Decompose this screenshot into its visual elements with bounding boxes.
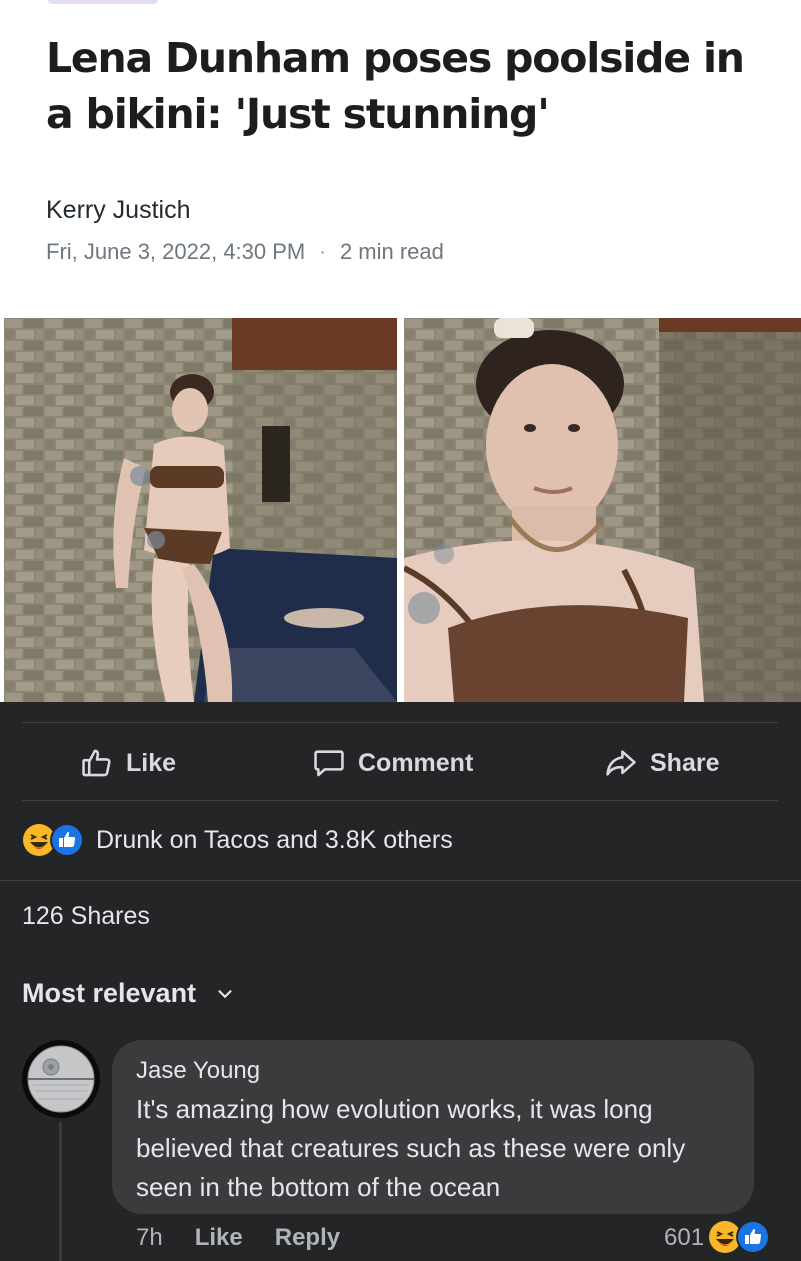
thumbs-up-outline-icon bbox=[82, 749, 111, 777]
comment-bubble-icon bbox=[314, 750, 344, 777]
comment-bubble[interactable]: Jase Young It's amazing how evolution wo… bbox=[112, 1040, 754, 1214]
article-author[interactable]: Kerry Justich bbox=[46, 196, 190, 225]
chevron-down-icon bbox=[218, 989, 232, 998]
article-meta: Fri, June 3, 2022, 4:30 PM · 2 min read bbox=[46, 239, 444, 265]
share-button[interactable]: Share bbox=[604, 724, 719, 802]
comment-text: It's amazing how evolution works, it was… bbox=[136, 1094, 686, 1202]
like-button[interactable]: Like bbox=[80, 724, 176, 802]
meta-separator: · bbox=[319, 240, 326, 263]
commenter-name[interactable]: Jase Young bbox=[136, 1056, 730, 1086]
article-card: Lena Dunham poses poolside in a bikini: … bbox=[0, 0, 801, 702]
share-label: Share bbox=[650, 748, 720, 777]
like-label: Like bbox=[126, 748, 177, 777]
comment-label: Comment bbox=[358, 748, 474, 777]
article-date: Fri, June 3, 2022, 4:30 PM bbox=[46, 239, 306, 264]
comment-reactions[interactable]: 601 bbox=[664, 1220, 774, 1256]
reactions-divider bbox=[0, 880, 801, 881]
comment-reaction-icons bbox=[708, 1220, 774, 1256]
poolside-photo-closeup[interactable] bbox=[404, 318, 801, 702]
comment-reaction-count: 601 bbox=[664, 1224, 705, 1251]
article-read-time: 2 min read bbox=[339, 239, 444, 264]
comment-meta: 7h Like Reply bbox=[136, 1224, 340, 1252]
top-accent-strip bbox=[0, 0, 801, 6]
comment-thread-line bbox=[59, 1122, 62, 1261]
like-reaction-icon bbox=[736, 1220, 771, 1254]
poolside-photo-full[interactable] bbox=[4, 318, 397, 702]
reactions-summary-text: Drunk on Tacos and 3.8K others bbox=[96, 825, 453, 854]
article-headline[interactable]: Lena Dunham poses poolside in a bikini: … bbox=[46, 30, 766, 142]
article-photos bbox=[0, 318, 801, 702]
facebook-post-footer: Like Comment Share Drunk on Tacos and 3.… bbox=[0, 702, 801, 1261]
actions-bottom-divider bbox=[22, 800, 778, 801]
shares-count[interactable]: 126 Shares bbox=[22, 902, 150, 931]
like-reaction-icon bbox=[50, 823, 84, 857]
sort-label: Most relevant bbox=[22, 978, 197, 1008]
commenter-avatar[interactable] bbox=[22, 1040, 100, 1118]
death-star-avatar-icon bbox=[27, 1045, 95, 1113]
reactions-summary[interactable]: Drunk on Tacos and 3.8K others bbox=[22, 820, 453, 860]
comment-button[interactable]: Comment bbox=[312, 724, 473, 802]
comment-like-button[interactable]: Like bbox=[195, 1224, 243, 1252]
reaction-icons bbox=[22, 823, 86, 857]
share-arrow-icon bbox=[606, 750, 636, 776]
comment-reply-button[interactable]: Reply bbox=[275, 1224, 340, 1252]
actions-top-divider bbox=[22, 722, 778, 723]
post-action-bar: Like Comment Share bbox=[0, 724, 801, 802]
comment-sort-dropdown[interactable]: Most relevant bbox=[22, 978, 236, 1009]
comment-time[interactable]: 7h bbox=[136, 1224, 163, 1252]
